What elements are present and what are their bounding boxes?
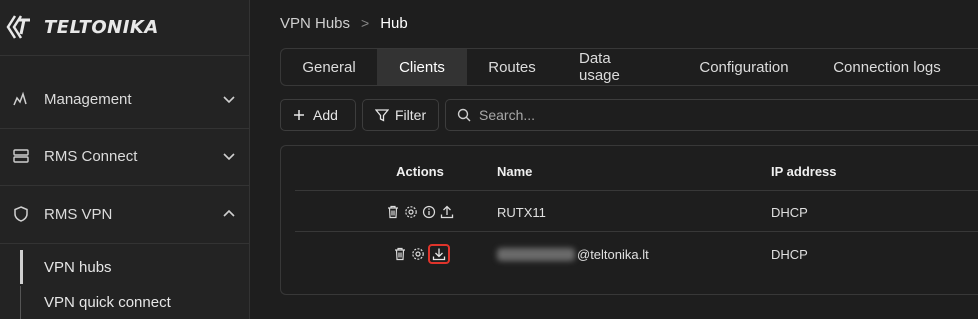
client-ip: DHCP [771,246,808,262]
management-icon [13,91,27,106]
chevron-up-icon [223,209,235,217]
search-icon [457,108,471,122]
tab-bar: General Clients Routes Data usage Config… [280,48,978,86]
chevron-down-icon [223,96,235,104]
teltonika-logo-mark-icon [6,15,30,39]
sidebar-subitem-vpn-hubs[interactable]: VPN hubs [20,250,248,284]
plus-icon [294,110,304,120]
column-header-actions: Actions [396,163,444,179]
client-name-domain: @teltonika.lt [577,246,649,262]
tab-routes[interactable]: Routes [467,49,557,85]
trash-icon[interactable] [392,246,408,262]
submenu-guide-line [20,286,21,319]
teltonika-logo[interactable]: TELTONIKA [6,12,246,42]
divider [0,128,250,129]
info-icon[interactable] [421,204,437,220]
divider [0,185,250,186]
sidebar-item-rms-vpn[interactable]: RMS VPN [0,194,250,234]
sidebar: TELTONIKA Management RMS Connect RMS VPN [0,0,250,319]
breadcrumb-link-vpn-hubs[interactable]: VPN Hubs [280,15,350,32]
filter-button-label: Filter [395,107,427,123]
clients-table: Actions Name IP address RUTX11 DHCP @tel… [280,145,978,295]
gear-icon[interactable] [403,204,419,220]
logo-text: TELTONIKA [44,16,159,38]
server-icon [13,149,29,163]
chevron-down-icon [223,153,235,161]
upload-icon[interactable] [439,204,455,220]
column-header-name[interactable]: Name [497,151,757,191]
tab-connection-logs[interactable]: Connection logs [811,49,963,85]
sidebar-item-management[interactable]: Management [0,79,250,119]
filter-button[interactable]: Filter [362,99,439,131]
client-ip: DHCP [771,204,808,220]
sidebar-subitem-label: VPN hubs [44,258,112,276]
table-header-row: Actions Name IP address [295,151,978,191]
row-actions [365,234,475,274]
breadcrumb: VPN Hubs > Hub [280,12,408,34]
add-button-label: Add [313,107,338,123]
active-indicator [20,250,23,284]
trash-icon[interactable] [385,204,401,220]
sidebar-item-label: Management [44,90,132,108]
download-icon [432,248,445,261]
search-input[interactable] [479,107,959,123]
breadcrumb-separator: > [361,15,370,31]
gear-icon[interactable] [410,246,426,262]
column-header-ip-address[interactable]: IP address [771,151,971,191]
shield-icon [14,206,28,222]
divider [0,55,250,56]
breadcrumb-current: Hub [380,14,408,32]
sidebar-item-label: RMS Connect [44,147,138,165]
tab-data-usage[interactable]: Data usage [557,49,677,85]
client-name: @teltonika.lt [497,234,757,274]
client-name: RUTX11 [497,204,546,220]
main-content: VPN Hubs > Hub General Clients Routes Da… [251,0,978,319]
add-button[interactable]: Add [280,99,356,131]
redacted-text [497,247,575,261]
sidebar-item-label: RMS VPN [44,205,113,223]
search-box [445,99,978,131]
filter-icon [375,109,389,122]
sidebar-subitem-vpn-quick-connect[interactable]: VPN quick connect [20,285,248,319]
table-row: @teltonika.lt DHCP [295,234,978,274]
sidebar-subitem-label: VPN quick connect [44,293,171,311]
download-button-highlight[interactable] [427,244,450,264]
row-actions [365,192,475,232]
table-row: RUTX11 DHCP [295,192,978,232]
sidebar-item-rms-connect[interactable]: RMS Connect [0,136,250,176]
tab-configuration[interactable]: Configuration [677,49,811,85]
tab-general[interactable]: General [281,49,377,85]
tab-clients[interactable]: Clients [377,49,467,85]
divider [0,243,250,244]
